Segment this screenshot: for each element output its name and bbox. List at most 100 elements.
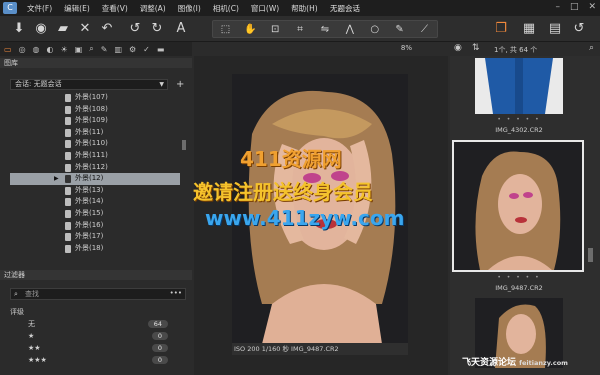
chevron-down-icon: ▼ bbox=[159, 81, 164, 88]
file-icon bbox=[65, 175, 71, 184]
details-tab-icon[interactable]: ⌕ bbox=[89, 44, 93, 54]
app-logo: C bbox=[3, 2, 17, 14]
hand-tool-icon[interactable]: ✋ bbox=[242, 24, 258, 35]
tree-row[interactable]: 外景(13) bbox=[10, 185, 180, 197]
rating-section-header[interactable]: 评级 bbox=[10, 307, 180, 317]
tree-row[interactable]: 外景(110) bbox=[10, 138, 180, 150]
rating-label: ★ bbox=[28, 332, 35, 340]
thumbnail-1[interactable] bbox=[475, 58, 563, 114]
menu-edit[interactable]: 编辑(E) bbox=[64, 3, 90, 14]
filters-header[interactable]: 过滤器 bbox=[0, 270, 192, 280]
compare-icon[interactable]: ▤ bbox=[546, 20, 564, 38]
cursor-tools: ⬚ ✋ ⊡ ⌗ ⇋ ⋀ ○ ✎ ⟋ bbox=[212, 20, 438, 38]
add-icon[interactable]: + bbox=[176, 79, 184, 90]
undo-icon[interactable]: ↺ bbox=[126, 20, 144, 38]
multi-view-icon[interactable]: ❐ bbox=[492, 20, 510, 38]
zoom-level[interactable]: 8% bbox=[401, 44, 412, 52]
composition-tab-icon[interactable]: ▣ bbox=[75, 45, 83, 54]
text-icon[interactable]: A bbox=[172, 20, 190, 38]
rating-row-1star[interactable]: ★ 0 bbox=[10, 331, 180, 341]
straighten-tool-icon[interactable]: ⇋ bbox=[317, 24, 333, 35]
metadata-tab-icon[interactable]: ▥ bbox=[114, 45, 122, 54]
menu-view[interactable]: 查看(V) bbox=[102, 3, 128, 14]
output-tab-icon[interactable]: ⚙ bbox=[129, 45, 136, 54]
rating-row-none[interactable]: 无 64 bbox=[10, 319, 180, 329]
watermark-line3: www.411zyw.com bbox=[205, 206, 405, 230]
menu-file[interactable]: 文件(F) bbox=[27, 3, 52, 14]
file-icon bbox=[65, 151, 71, 160]
brush-tool-icon[interactable]: ✎ bbox=[392, 24, 408, 35]
sort-icon[interactable]: ⇅ bbox=[472, 43, 480, 53]
styles-tab-icon[interactable]: ▬ bbox=[157, 45, 165, 54]
library-tab-icon[interactable]: ▭ bbox=[4, 45, 12, 54]
redo-icon[interactable]: ↻ bbox=[148, 20, 166, 38]
rating-row-3star[interactable]: ★★★ 0 bbox=[10, 355, 180, 365]
watermark-line2: 邀请注册送终身会员 bbox=[193, 180, 373, 204]
viewer-header: 8% bbox=[194, 42, 448, 56]
search-input[interactable]: ⌕ 查找 ••• bbox=[10, 288, 186, 300]
library-header[interactable]: 图库 bbox=[0, 58, 192, 68]
grid-view-icon[interactable]: ▦ bbox=[520, 20, 538, 38]
rating-row-2star[interactable]: ★★ 0 bbox=[10, 343, 180, 353]
lens-tab-icon[interactable]: ◍ bbox=[33, 45, 40, 54]
tree-row[interactable]: 外景(16) bbox=[10, 220, 180, 232]
rating-count-badge: 64 bbox=[147, 320, 168, 328]
capture-tab-icon[interactable]: ◎ bbox=[19, 45, 26, 54]
color-tab-icon[interactable]: ◐ bbox=[47, 45, 54, 54]
import-icon[interactable]: ⬇ bbox=[10, 20, 28, 38]
tree-scrollbar[interactable] bbox=[182, 140, 186, 150]
tree-row[interactable]: 外景(14) bbox=[10, 196, 180, 208]
more-icon[interactable]: ••• bbox=[170, 288, 182, 298]
file-icon bbox=[65, 94, 71, 102]
tree-row[interactable]: 外景(112) bbox=[10, 162, 180, 174]
reset-icon[interactable]: ↺ bbox=[570, 20, 588, 38]
select-tool-icon[interactable]: ⬚ bbox=[217, 24, 233, 35]
menu-adjust[interactable]: 调整(A) bbox=[140, 3, 166, 14]
menu-image[interactable]: 图像(I) bbox=[178, 3, 201, 14]
rotate-icon[interactable]: ↶ bbox=[98, 20, 116, 38]
folder-icon[interactable]: ▰ bbox=[54, 20, 72, 38]
file-icon bbox=[65, 209, 71, 218]
rating-count-badge: 0 bbox=[151, 356, 168, 364]
search-icon[interactable]: ⌕ bbox=[589, 43, 594, 53]
exposure-tab-icon[interactable]: ☀ bbox=[61, 45, 68, 54]
picker-tool-icon[interactable]: ⟋ bbox=[416, 24, 432, 35]
close-icon[interactable]: ✕ bbox=[588, 2, 596, 12]
thumbnail-1-image bbox=[475, 58, 563, 114]
tree-row[interactable]: 外景(111) bbox=[10, 150, 180, 162]
rating-label: 无 bbox=[28, 320, 35, 328]
file-icon bbox=[65, 140, 71, 149]
chevron-right-icon[interactable]: ▶ bbox=[54, 173, 59, 185]
local-adjust-tab-icon[interactable]: ✎ bbox=[101, 45, 108, 54]
session-select[interactable]: 会话: 无题会话 ▼ bbox=[10, 79, 168, 90]
minimize-icon[interactable]: – bbox=[555, 2, 560, 12]
keystone-tool-icon[interactable]: ⋀ bbox=[342, 24, 358, 35]
zoom-tool-icon[interactable]: ⊡ bbox=[267, 24, 283, 35]
thumbnail-2-rating[interactable]: • • • • • bbox=[452, 274, 586, 281]
menu-window[interactable]: 窗口(W) bbox=[251, 3, 279, 14]
circle-tool-icon[interactable]: ○ bbox=[367, 24, 383, 35]
tree-row[interactable]: 外景(18) bbox=[10, 243, 180, 255]
tree-row[interactable]: 外景(11) bbox=[10, 127, 180, 139]
tree-row[interactable]: 外景(109) bbox=[10, 115, 180, 127]
tool-tabs: ▭ ◎ ◍ ◐ ☀ ▣ ⌕ ✎ ▥ ⚙ ✓ ▬ bbox=[0, 42, 192, 56]
tree-row[interactable]: 外景(17) bbox=[10, 231, 180, 243]
browser-scrollbar[interactable] bbox=[588, 248, 593, 262]
menu-help[interactable]: 帮助(H) bbox=[291, 3, 318, 14]
capture-icon[interactable]: ◉ bbox=[32, 20, 50, 38]
tree-row[interactable]: 外景(108) bbox=[10, 104, 180, 116]
rating-section-label: 评级 bbox=[10, 308, 24, 316]
thumbnail-2-selected[interactable] bbox=[452, 140, 584, 272]
session-label: 会话: 无题会话 bbox=[15, 80, 62, 88]
rating-label: ★★★ bbox=[28, 356, 47, 364]
crop-tool-icon[interactable]: ⌗ bbox=[292, 24, 308, 35]
batch-tab-icon[interactable]: ✓ bbox=[143, 45, 150, 54]
menu-camera[interactable]: 相机(C) bbox=[213, 3, 239, 14]
eye-icon[interactable]: ◉ bbox=[454, 43, 462, 53]
tree-row[interactable]: 外景(15) bbox=[10, 208, 180, 220]
tree-row[interactable]: 外景(107) bbox=[10, 92, 180, 104]
delete-icon[interactable]: ✕ bbox=[76, 20, 94, 38]
thumbnail-1-rating[interactable]: • • • • • bbox=[452, 116, 586, 123]
maximize-icon[interactable]: □ bbox=[570, 2, 579, 12]
tree-row-selected[interactable]: ▶ 外景(12) bbox=[10, 173, 180, 185]
